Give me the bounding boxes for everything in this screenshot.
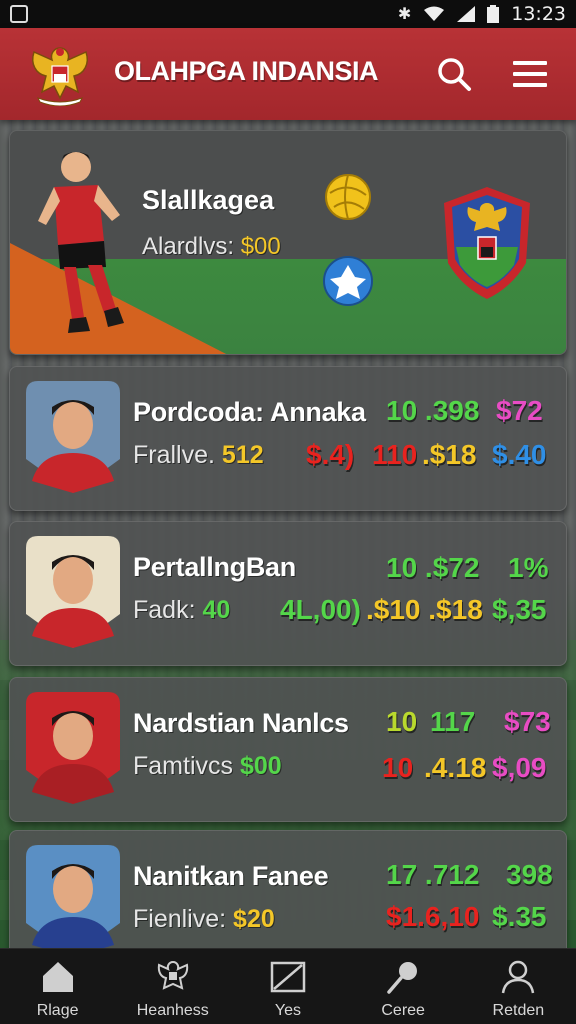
stat-value: $,35 xyxy=(492,594,547,625)
player-name: Nardstian Nanlcs xyxy=(133,708,349,738)
stat-value: .4.18 xyxy=(424,752,487,783)
racket-icon xyxy=(387,961,418,994)
nav-field[interactable]: Yes xyxy=(238,954,338,1020)
bottom-navigation: Rlage Heanhess Yes Ceree Retden xyxy=(0,948,576,1024)
stat-value: $1.6,10 xyxy=(386,901,480,932)
search-button[interactable] xyxy=(432,52,476,96)
stat-value: $.35 xyxy=(492,901,547,932)
stat-value: 10 .$72 xyxy=(386,552,480,583)
signal-icon xyxy=(457,6,476,22)
featured-name: Slallkagea xyxy=(142,185,275,215)
player-subtitle-label: Frallve. xyxy=(133,441,215,469)
stat-value: 10 xyxy=(382,752,414,783)
player-subtitle: Fadk: 40 xyxy=(133,596,230,625)
profile-icon xyxy=(502,960,535,993)
field-icon xyxy=(270,961,306,992)
player-row[interactable]: PertallngBan Fadk: 40 10 .$72 1% 4L,00) … xyxy=(9,521,567,666)
player-subtitle: Famtivcs $00 xyxy=(133,752,282,781)
stat-value: 398 xyxy=(506,859,553,890)
player-row[interactable]: Pordcoda: Annaka Frallve. 512 10 .398 $7… xyxy=(9,366,567,511)
battery-icon xyxy=(487,5,500,23)
player-subtitle-value: 40 xyxy=(202,596,231,624)
stat-value: 110 xyxy=(372,439,418,470)
player-row[interactable]: Nardstian Nanlcs Famtivcs $00 10 117 $73… xyxy=(9,677,567,822)
stat-value: $.40 xyxy=(492,439,547,470)
app-title: OLAHPGA INDANSIA xyxy=(114,56,379,86)
stat-value: $,09 xyxy=(492,752,547,783)
nav-label: Rlage xyxy=(36,1001,79,1019)
home-icon xyxy=(42,961,73,992)
player-subtitle-value: $00 xyxy=(239,752,282,780)
stat-value: 10 .398 xyxy=(386,395,480,426)
player-avatar xyxy=(26,381,120,493)
garuda-emblem-icon[interactable] xyxy=(24,40,96,106)
nav-profile[interactable]: Retden xyxy=(468,954,568,1020)
app-header: OLAHPGA INDANSIA xyxy=(0,28,576,120)
yellow-ball-icon xyxy=(325,174,371,220)
running-player-illustration xyxy=(38,152,124,333)
player-subtitle-value: $20 xyxy=(233,905,275,933)
featured-subtitle: Alardlvs: $00 xyxy=(142,233,281,261)
stat-value: 10 xyxy=(386,706,418,737)
player-avatar xyxy=(26,845,120,957)
player-subtitle-label: Famtivcs xyxy=(133,752,233,780)
nav-label: Heanhess xyxy=(136,1001,209,1019)
search-icon xyxy=(438,58,471,91)
featured-player-card[interactable]: Slallkagea Alardlvs: $00 xyxy=(9,130,567,355)
stat-value: 4L,00) xyxy=(280,594,361,625)
stat-value: 17 .712 xyxy=(386,859,480,890)
player-subtitle: Fienlive: $20 xyxy=(133,905,275,934)
menu-button[interactable] xyxy=(508,52,552,96)
bluetooth-icon: ✱ xyxy=(397,6,412,23)
stat-value: 1% xyxy=(508,552,549,583)
wifi-icon xyxy=(424,6,445,21)
menu-icon xyxy=(513,61,547,87)
nav-label: Yes xyxy=(274,1001,302,1019)
nav-crest[interactable]: Heanhess xyxy=(123,954,223,1020)
player-subtitle: Frallve. 512 xyxy=(133,441,264,470)
stat-value: 117 xyxy=(430,706,476,737)
player-subtitle-label: Fienlive: xyxy=(133,905,227,933)
stat-value: $.4) xyxy=(306,439,355,470)
app-icon xyxy=(10,5,28,23)
crest-icon xyxy=(157,960,188,990)
status-bar: ✱ 13:23 xyxy=(0,0,576,28)
nav-label: Ceree xyxy=(381,1001,425,1019)
stat-value: $73 xyxy=(504,706,551,737)
stat-value: .$18 xyxy=(422,439,477,470)
featured-subtitle-label: Alardlvs: xyxy=(142,233,235,260)
player-name: Pordcoda: Annaka xyxy=(133,397,366,427)
stat-value: .$10 .$18 xyxy=(366,594,483,625)
status-time: 13:23 xyxy=(511,3,566,25)
nav-label: Retden xyxy=(492,1001,545,1019)
nav-racket[interactable]: Ceree xyxy=(353,954,453,1020)
nav-home[interactable]: Rlage xyxy=(8,954,108,1020)
blue-ball-icon xyxy=(323,256,373,306)
featured-subtitle-value: $00 xyxy=(240,233,281,260)
player-subtitle-value: 512 xyxy=(221,441,264,469)
club-crest-icon xyxy=(444,187,530,299)
player-name: Nanitkan Fanee xyxy=(133,861,329,891)
player-avatar xyxy=(26,536,120,648)
player-name: PertallngBan xyxy=(133,552,296,582)
player-subtitle-label: Fadk: xyxy=(133,596,196,624)
stat-value: $72 xyxy=(496,395,543,426)
player-avatar xyxy=(26,692,120,804)
